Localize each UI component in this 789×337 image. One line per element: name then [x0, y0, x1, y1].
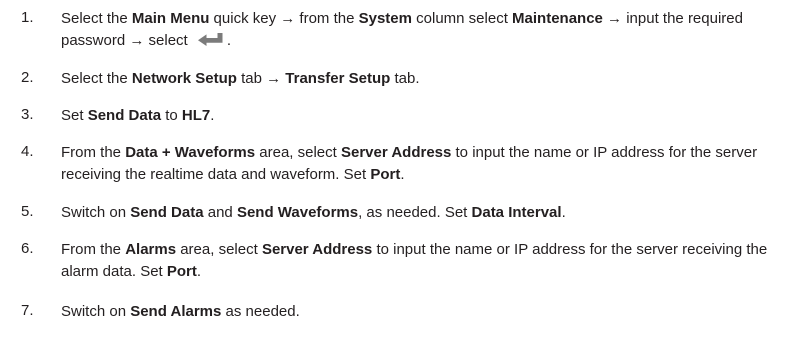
step-text-run: Select the [61, 10, 132, 27]
procedure-document: 1. Select the Main Menu quick key → from… [0, 0, 789, 337]
step-number: 6. [21, 240, 34, 257]
step-text-run: area, select [255, 144, 341, 161]
bold-term: Server Address [341, 144, 452, 161]
bold-term: Send Data [130, 204, 204, 221]
step-text-run: tab → [236, 70, 286, 87]
bold-term: Data Interval [471, 204, 562, 221]
step-text-run: quick key → from the [209, 10, 359, 27]
bold-term: Alarms [125, 241, 177, 258]
bold-term: System [358, 10, 412, 27]
step-text: Select the Main Menu quick key → from th… [61, 8, 781, 52]
bold-term: Port [166, 263, 197, 280]
step-number: 5. [21, 203, 34, 220]
step-text-run: Set [61, 107, 88, 124]
step-text-run: . [196, 263, 202, 280]
step-number: 7. [21, 302, 34, 319]
step-text: Set Send Data to HL7. [61, 105, 781, 127]
bold-term: Send Alarms [130, 303, 222, 320]
step-text-run: and [203, 204, 237, 221]
step-text-run: . [210, 107, 215, 124]
step-text-run: as needed. [221, 303, 300, 320]
step-text-run: Switch on [61, 204, 131, 221]
bold-term: Maintenance [512, 10, 603, 27]
step-text-run: column select [411, 10, 513, 27]
step-number: 4. [21, 143, 34, 160]
step-number: 2. [21, 69, 34, 86]
step-text-run: area, select [176, 241, 262, 258]
step-text-run: . [226, 32, 232, 49]
bold-term: Server Address [261, 241, 373, 258]
step-text: From the Data + Waveforms area, select S… [61, 142, 781, 186]
bold-term: Port [370, 166, 401, 183]
step-text-run: , as needed. Set [358, 204, 472, 221]
step-number: 1. [21, 9, 34, 26]
step-text-run: tab. [390, 70, 420, 87]
step-text-run: From the [61, 144, 126, 161]
step-text-run: . [400, 166, 405, 183]
bold-term: Send Data [87, 107, 162, 124]
step-text-run: Select the [61, 70, 132, 87]
step-text-run: From the [61, 241, 126, 258]
step-text-run: Switch on [61, 303, 131, 320]
bold-term: Data + Waveforms [125, 144, 256, 161]
bold-term: Send Waveforms [236, 204, 359, 221]
step-text: Switch on Send Data and Send Waveforms, … [61, 202, 781, 224]
bold-term: HL7 [181, 107, 211, 124]
step-text: From the Alarms area, select Server Addr… [61, 239, 781, 283]
step-text: Switch on Send Alarms as needed. [61, 301, 781, 323]
bold-term: Network Setup [131, 70, 237, 87]
enter-key-icon [197, 33, 225, 46]
step-text-run: to [161, 107, 182, 124]
step-text: Select the Network Setup tab → Transfer … [61, 68, 781, 90]
bold-term: Main Menu [131, 10, 210, 27]
step-number: 3. [21, 106, 34, 123]
step-text-run: . [561, 204, 566, 221]
bold-term: Transfer Setup [285, 70, 391, 87]
